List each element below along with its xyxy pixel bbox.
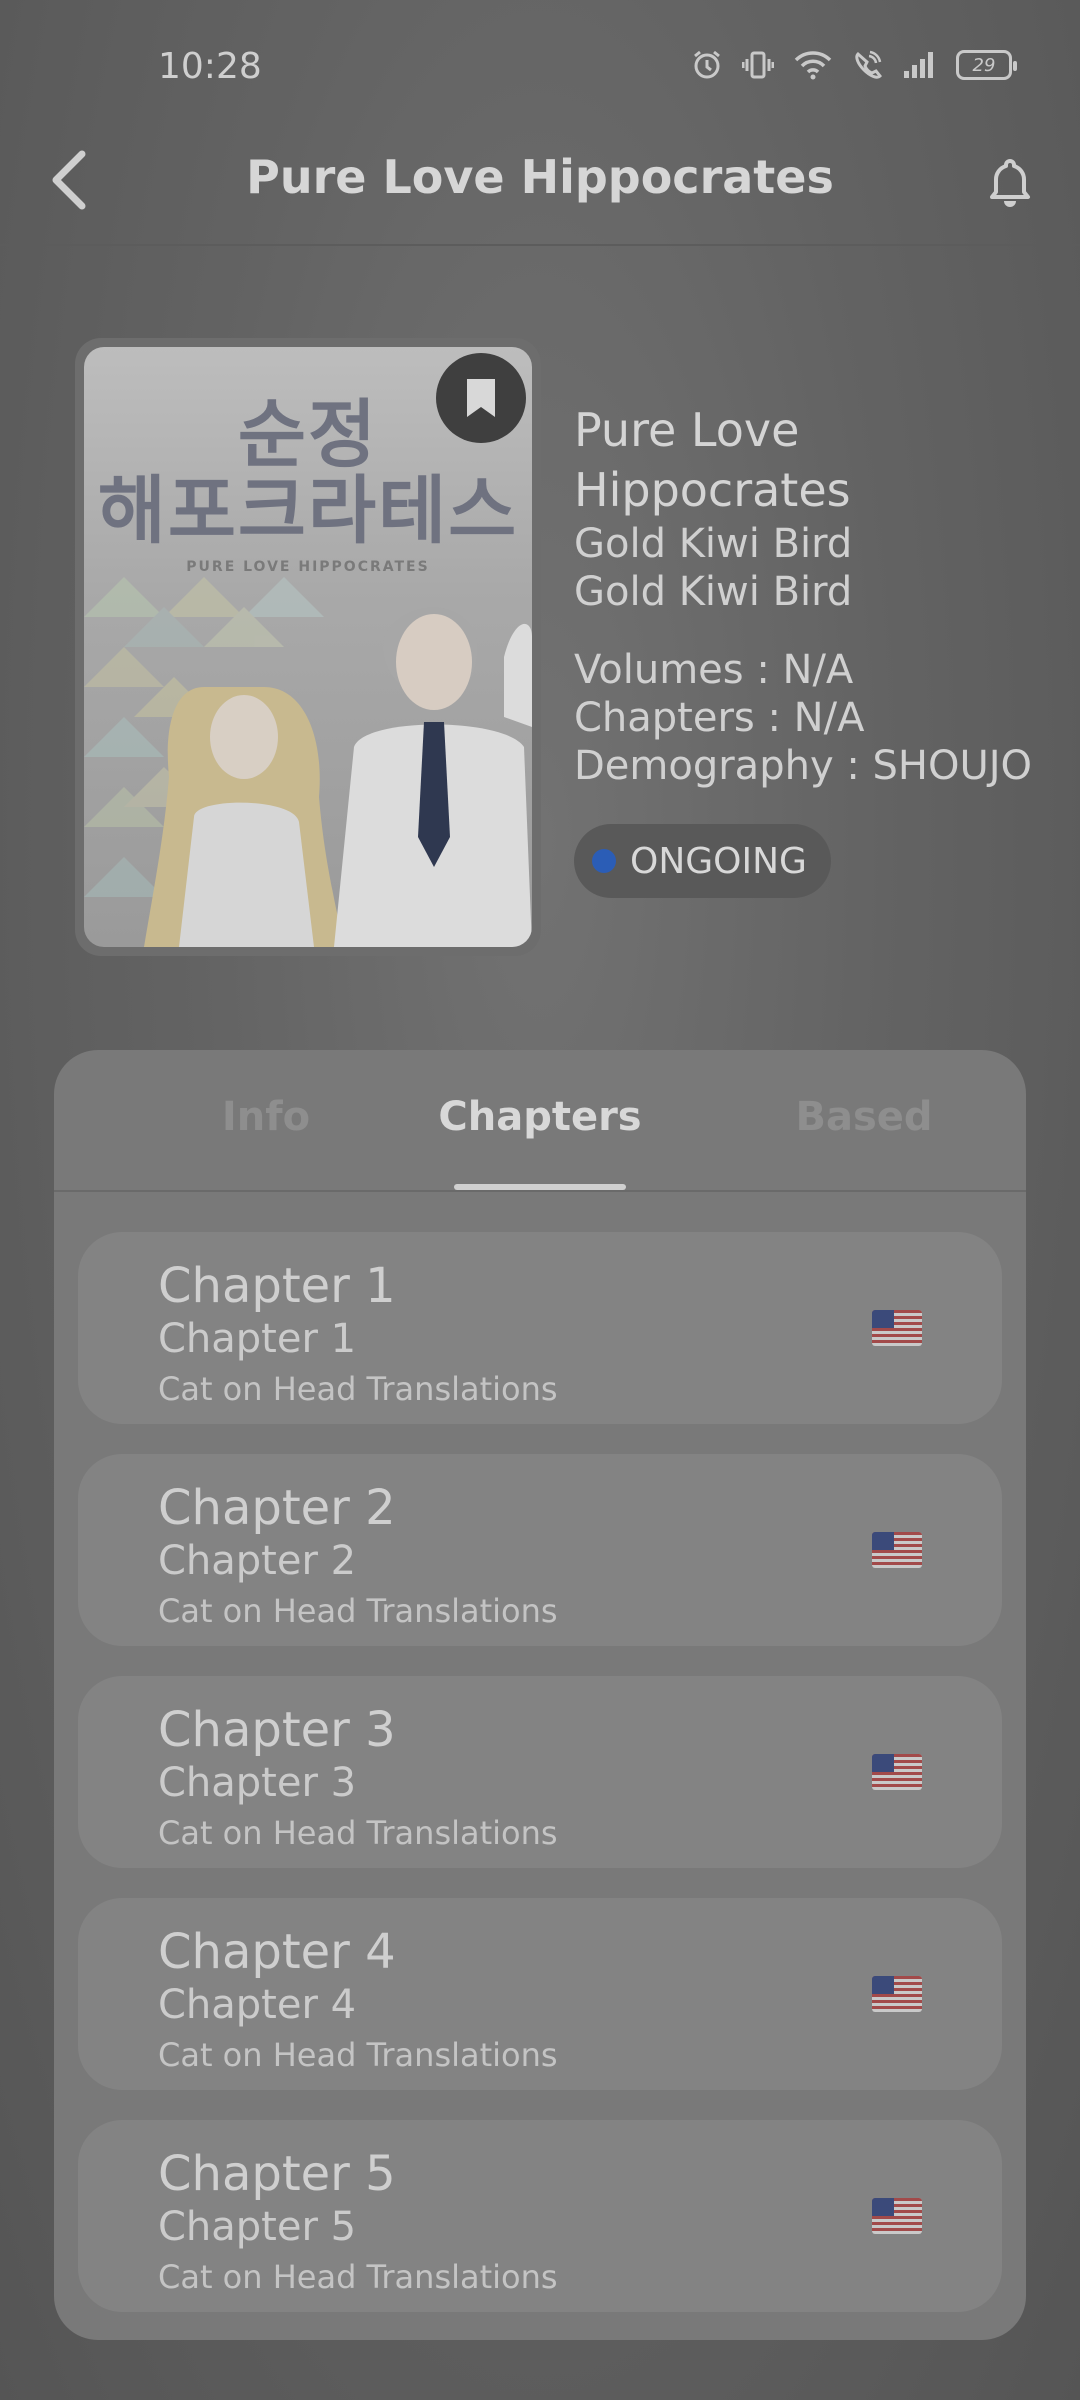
chapter-item[interactable]: Chapter 5 Chapter 5 Cat on Head Translat…	[78, 2120, 1002, 2312]
us-flag-icon	[872, 1976, 922, 2012]
manga-chapters: Chapters : N/A	[574, 695, 865, 741]
chapter-subtitle: Chapter 1	[158, 1316, 357, 1362]
status-dot-icon	[592, 849, 616, 873]
chapter-item[interactable]: Chapter 1 Chapter 1 Cat on Head Translat…	[78, 1232, 1002, 1424]
status-label: ONGOING	[630, 840, 807, 882]
chapter-item[interactable]: Chapter 2 Chapter 2 Cat on Head Translat…	[78, 1454, 1002, 1646]
chapter-group: Cat on Head Translations	[158, 2258, 558, 2296]
manga-volumes: Volumes : N/A	[574, 647, 854, 693]
status-bar: 10:28 29	[0, 0, 1080, 130]
chapter-subtitle: Chapter 4	[158, 1982, 357, 2028]
chapter-list: Chapter 1 Chapter 1 Cat on Head Translat…	[78, 1232, 1002, 2342]
chapter-title: Chapter 4	[158, 1924, 396, 1980]
cover-title-english: PURE LOVE HIPPOCRATES	[186, 559, 430, 575]
manga-title: Pure Love Hippocrates	[574, 403, 851, 517]
alarm-icon	[692, 50, 722, 80]
manga-author: Gold Kiwi Bird	[574, 521, 853, 567]
tab-based[interactable]: Based	[714, 1094, 1014, 1140]
manga-demography: Demography : SHOUJO	[574, 743, 1033, 789]
content-panel: Info Chapters Based Chapter 1 Chapter 1 …	[54, 1050, 1026, 2340]
battery-icon: 29	[956, 50, 1017, 80]
bell-icon	[990, 159, 1030, 207]
chapter-title: Chapter 1	[158, 1258, 396, 1314]
vibrate-icon	[742, 50, 774, 80]
chapter-group: Cat on Head Translations	[158, 2036, 558, 2074]
tab-indicator	[454, 1184, 626, 1190]
manga-info: Pure Love Hippocrates Gold Kiwi Bird Gol…	[574, 400, 1054, 898]
status-badge: ONGOING	[574, 824, 831, 898]
tab-bar: Info Chapters Based	[54, 1050, 1026, 1192]
us-flag-icon	[872, 1754, 922, 1790]
page-title: Pure Love Hippocrates	[246, 150, 834, 204]
battery-level: 29	[972, 54, 996, 76]
chapter-group: Cat on Head Translations	[158, 1592, 558, 1630]
wifi-icon	[794, 50, 832, 80]
tab-chapters[interactable]: Chapters	[390, 1094, 690, 1140]
signal-icon	[902, 50, 936, 80]
bookmark-button[interactable]	[436, 353, 526, 443]
app-bar: Pure Love Hippocrates	[0, 130, 1080, 246]
chapter-group: Cat on Head Translations	[158, 1814, 558, 1852]
manga-artist: Gold Kiwi Bird	[574, 569, 853, 615]
cover-image[interactable]: 순정 해포크라테스 PURE LOVE HIPPOCRATES	[84, 347, 532, 947]
status-time: 10:28	[158, 46, 262, 87]
chapter-item[interactable]: Chapter 4 Chapter 4 Cat on Head Translat…	[78, 1898, 1002, 2090]
chapter-title: Chapter 3	[158, 1702, 396, 1758]
chapter-title: Chapter 5	[158, 2146, 396, 2202]
chapter-item[interactable]: Chapter 3 Chapter 3 Cat on Head Translat…	[78, 1676, 1002, 1868]
chapter-group: Cat on Head Translations	[158, 1370, 558, 1408]
chapter-subtitle: Chapter 3	[158, 1760, 357, 1806]
chapter-title: Chapter 2	[158, 1480, 396, 1536]
notifications-button[interactable]	[970, 142, 1050, 222]
chapter-subtitle: Chapter 2	[158, 1538, 357, 1584]
cover-frame: 순정 해포크라테스 PURE LOVE HIPPOCRATES	[75, 338, 541, 956]
us-flag-icon	[872, 1532, 922, 1568]
us-flag-icon	[872, 2198, 922, 2234]
status-icons: 29	[692, 50, 1017, 80]
chapter-subtitle: Chapter 5	[158, 2204, 357, 2250]
wifi-calling-icon	[852, 50, 882, 80]
bookmark-icon	[467, 379, 495, 417]
us-flag-icon	[872, 1310, 922, 1346]
tab-info[interactable]: Info	[116, 1094, 416, 1140]
cover-illustration	[84, 577, 532, 947]
